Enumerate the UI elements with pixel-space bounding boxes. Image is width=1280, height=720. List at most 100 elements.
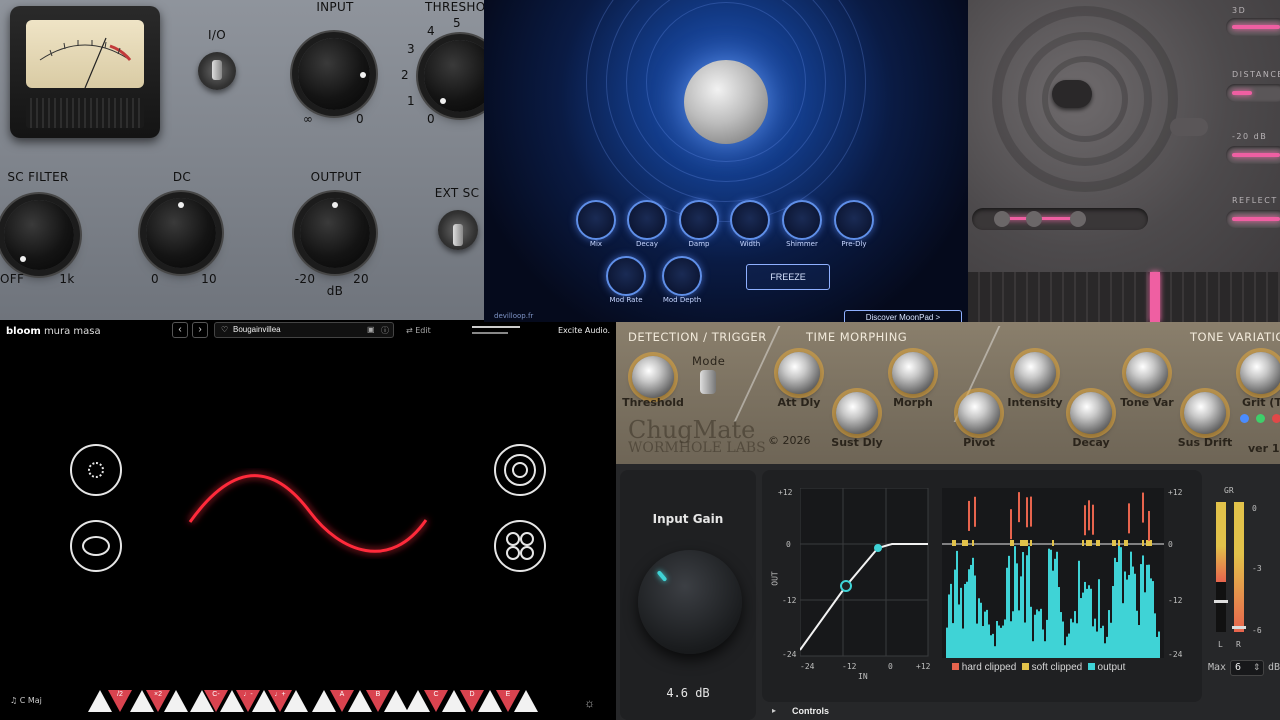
damp-knob[interactable] xyxy=(679,200,719,240)
decay-knob[interactable] xyxy=(627,200,667,240)
waveform-bar xyxy=(1128,574,1130,658)
waveform-bar xyxy=(1080,598,1082,658)
compressor-panel: I/O INPUT ∞ 0 THRESHOLD 5 4 3 2 1 0 SC F… xyxy=(0,0,484,320)
pattern-step[interactable] xyxy=(514,690,538,712)
soft-clip-mark xyxy=(1124,540,1126,546)
brand-title: bloom mura masa xyxy=(6,326,101,337)
level-slider[interactable] xyxy=(1226,146,1280,164)
intensity-label: Intensity xyxy=(1007,396,1063,409)
3d-slider[interactable] xyxy=(1226,18,1280,36)
sc-filter-label: SC FILTER xyxy=(7,170,69,184)
waveform-bar xyxy=(1068,633,1070,658)
waveform-bar xyxy=(978,598,980,658)
horizontal-slider[interactable] xyxy=(972,208,1148,230)
pattern-step-label: /2 xyxy=(117,691,123,698)
piano-keyboard[interactable] xyxy=(968,272,1280,322)
mod-depth-knob[interactable] xyxy=(662,256,702,296)
sc-filter-knob[interactable] xyxy=(4,200,74,270)
ext-sc-toggle-switch[interactable] xyxy=(438,210,478,250)
pattern-step[interactable] xyxy=(164,690,188,712)
output-knob[interactable] xyxy=(300,198,370,268)
att-dly-knob[interactable] xyxy=(778,352,820,394)
mod-rate-knob[interactable] xyxy=(606,256,646,296)
soft-clip-mark xyxy=(1020,540,1022,546)
waveform-bar xyxy=(1028,546,1030,658)
heart-icon[interactable]: ♡ xyxy=(221,325,228,334)
section-time-morphing: TIME MORPHING xyxy=(806,330,908,344)
discover-link[interactable]: Discover MoonPad > xyxy=(844,310,962,322)
morph-knob[interactable] xyxy=(892,352,934,394)
dc-min-label: 0 xyxy=(151,272,159,286)
threshold-knob[interactable] xyxy=(632,356,674,398)
io-toggle-switch[interactable] xyxy=(198,52,236,90)
waveform-bar xyxy=(1106,636,1108,658)
input-knob[interactable] xyxy=(298,38,370,110)
soft-clip-mark xyxy=(952,540,954,546)
output-min-label: -20 xyxy=(294,272,316,286)
output-unit-label: dB xyxy=(326,284,344,298)
dc-knob[interactable] xyxy=(146,198,216,268)
center-handle[interactable] xyxy=(1052,80,1092,108)
waveform-bar xyxy=(1094,618,1096,658)
decay-knob[interactable] xyxy=(1070,392,1112,434)
knee-handle-upper xyxy=(874,544,882,552)
waveform-icon[interactable] xyxy=(1170,118,1208,136)
transfer-curve-graph xyxy=(800,488,929,657)
tone-var-knob[interactable] xyxy=(1126,352,1168,394)
intensity-knob[interactable] xyxy=(1014,352,1056,394)
waveform-bar xyxy=(1060,612,1062,658)
soft-clip-mark xyxy=(1126,540,1128,546)
shimmer-label: Shimmer xyxy=(786,240,818,248)
sus-drift-knob[interactable] xyxy=(1184,392,1226,434)
right-axis-tick: -24 xyxy=(1168,650,1183,659)
key-indicator[interactable]: ♫ C Maj xyxy=(10,696,42,705)
stepper-icon[interactable]: ⇕ xyxy=(1253,662,1261,673)
edit-label: Edit xyxy=(415,326,431,335)
damp-label: Damp xyxy=(688,240,710,248)
quad-mode-icon[interactable] xyxy=(494,520,546,572)
threshold-knob[interactable] xyxy=(424,40,484,112)
edit-button[interactable]: ⇄ Edit xyxy=(406,326,431,335)
pattern-step[interactable] xyxy=(384,690,408,712)
pivot-knob[interactable] xyxy=(958,392,1000,434)
info-icon[interactable]: ⓘ xyxy=(381,325,389,336)
waveform-bar xyxy=(1158,631,1160,658)
weave-mode-icon[interactable] xyxy=(70,520,122,572)
max-value-input[interactable]: 6 ⇕ xyxy=(1230,660,1264,676)
waveform-bar xyxy=(988,624,990,658)
settings-icon[interactable]: ☼ xyxy=(584,696,595,710)
threshold-tick-4: 4 xyxy=(427,24,435,38)
waveform-bar xyxy=(1006,567,1008,658)
3d-label: 3D xyxy=(1232,6,1247,15)
waveform-bar xyxy=(948,594,950,658)
swirl-mode-icon[interactable] xyxy=(70,444,122,496)
rings-mode-icon[interactable] xyxy=(494,444,546,496)
waveform-bar xyxy=(996,620,998,658)
hard-clip-mark xyxy=(974,496,976,527)
prev-preset-button[interactable]: ‹ xyxy=(172,322,188,338)
pattern-step[interactable] xyxy=(284,690,308,712)
mode-toggle-switch[interactable] xyxy=(700,370,716,394)
threshold-knob-indicator xyxy=(440,98,446,104)
input-gain-knob[interactable] xyxy=(638,550,742,654)
soft-clip-mark xyxy=(1024,540,1026,546)
pre-dly-knob[interactable] xyxy=(834,200,874,240)
shimmer-knob[interactable] xyxy=(782,200,822,240)
distance-slider[interactable] xyxy=(1226,84,1280,102)
next-preset-button[interactable]: › xyxy=(192,322,208,338)
waveform-bar xyxy=(1114,557,1116,658)
soft-clip-mark xyxy=(1090,540,1092,546)
width-knob[interactable] xyxy=(730,200,770,240)
sust-dly-knob[interactable] xyxy=(836,392,878,434)
grit-tube-knob[interactable] xyxy=(1240,352,1280,394)
output-label: OUTPUT xyxy=(310,170,362,184)
preset-selector[interactable]: ♡ Bougainvillea ▣ ⓘ xyxy=(214,322,394,338)
waveform-bar xyxy=(1086,588,1088,658)
mix-knob[interactable] xyxy=(576,200,616,240)
tone-var-label: Tone Var xyxy=(1120,396,1174,409)
reflect-slider[interactable] xyxy=(1226,210,1280,228)
controls-section-header[interactable]: ▸ Controls xyxy=(762,706,1202,720)
freeze-button[interactable]: FREEZE xyxy=(746,264,830,290)
waveform-bar xyxy=(972,557,974,658)
save-icon[interactable]: ▣ xyxy=(367,325,375,334)
